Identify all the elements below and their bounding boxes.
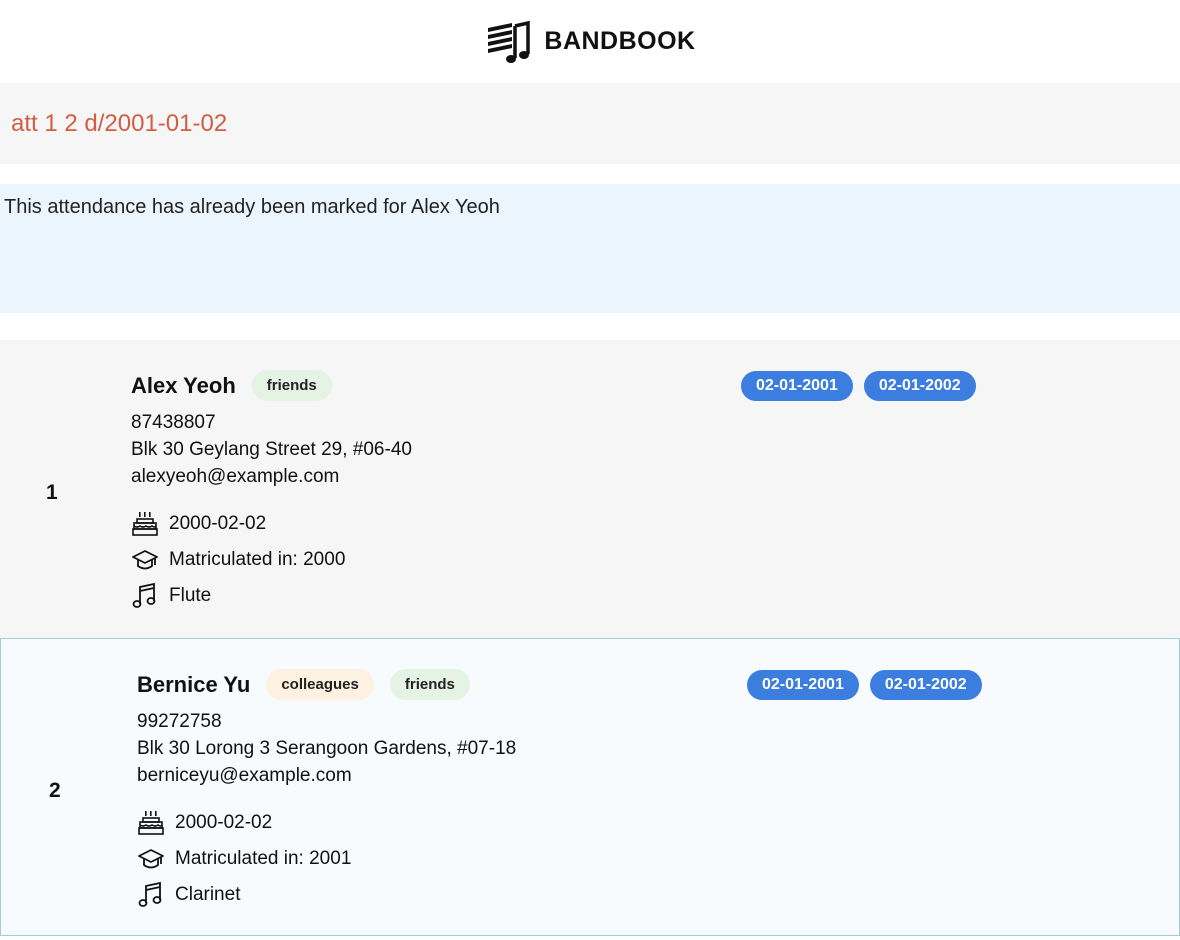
attendance-badge: 02-01-2002 — [863, 371, 976, 401]
person-card[interactable]: 2 Bernice Yu colleagues friends 99272758… — [0, 638, 1180, 936]
band-sheet-music-logo-icon — [488, 20, 531, 63]
person-birthday: 2000-02-02 — [175, 812, 273, 833]
person-email: alexyeoh@example.com — [131, 466, 340, 487]
person-index: 1 — [46, 481, 58, 504]
person-phone: 99272758 — [137, 711, 222, 732]
person-name: Alex Yeoh — [131, 372, 236, 398]
app-header: BANDBOOK — [0, 0, 1180, 83]
graduation-cap-icon — [138, 849, 164, 869]
person-email: berniceyu@example.com — [137, 765, 352, 786]
person-card[interactable]: 1 Alex Yeoh friends 87438807 Blk 30 Geyl… — [0, 340, 1180, 638]
instrument-row: Flute — [131, 578, 345, 614]
app-title: BANDBOOK — [544, 27, 696, 55]
person-instrument: Flute — [169, 585, 212, 606]
music-note-icon — [132, 582, 156, 608]
birthday-row: 2000-02-02 — [137, 805, 351, 841]
attendance-badge: 02-01-2001 — [747, 670, 859, 700]
person-details: 99272758 Blk 30 Lorong 3 Serangoon Garde… — [137, 708, 516, 789]
person-name-row: Alex Yeoh friends — [131, 370, 332, 401]
person-matriculation: Matriculated in: 2000 — [169, 549, 346, 570]
person-name-row: Bernice Yu colleagues friends — [137, 669, 470, 700]
person-instrument: Clarinet — [175, 884, 241, 905]
person-matriculation: Matriculated in: 2001 — [175, 848, 352, 869]
result-display: This attendance has already been marked … — [0, 184, 1180, 313]
person-birthday: 2000-02-02 — [169, 513, 267, 534]
person-address: Blk 30 Geylang Street 29, #06-40 — [131, 439, 412, 460]
matriculation-row: Matriculated in: 2000 — [131, 542, 345, 578]
command-box[interactable] — [0, 83, 1180, 164]
graduation-cap-icon — [132, 550, 158, 570]
attendance-badge: 02-01-2001 — [741, 371, 853, 401]
attendance-list: 02-01-2001 02-01-2002 — [747, 670, 982, 700]
birthday-cake-icon — [132, 512, 158, 536]
tag-friends: friends — [389, 669, 470, 700]
person-index: 2 — [49, 779, 61, 802]
instrument-row: Clarinet — [137, 877, 351, 913]
music-note-icon — [138, 881, 162, 907]
person-extra-info: 2000-02-02 Matriculated in: 2000 Flute — [131, 506, 345, 614]
person-name: Bernice Yu — [137, 671, 251, 697]
tag-colleagues: colleagues — [266, 669, 374, 700]
matriculation-row: Matriculated in: 2001 — [137, 841, 351, 877]
birthday-row: 2000-02-02 — [131, 506, 345, 542]
attendance-list: 02-01-2001 02-01-2002 — [741, 371, 976, 401]
person-list[interactable]: 1 Alex Yeoh friends 87438807 Blk 30 Geyl… — [0, 340, 1180, 940]
result-message: This attendance has already been marked … — [4, 196, 500, 218]
person-extra-info: 2000-02-02 Matriculated in: 2001 Clarine… — [137, 805, 351, 913]
attendance-badge: 02-01-2002 — [869, 670, 982, 700]
birthday-cake-icon — [138, 811, 164, 835]
person-address: Blk 30 Lorong 3 Serangoon Gardens, #07-1… — [137, 738, 517, 759]
command-input[interactable] — [11, 109, 1161, 138]
tag-friends: friends — [251, 370, 332, 401]
person-details: 87438807 Blk 30 Geylang Street 29, #06-4… — [131, 409, 412, 490]
person-phone: 87438807 — [131, 412, 216, 433]
